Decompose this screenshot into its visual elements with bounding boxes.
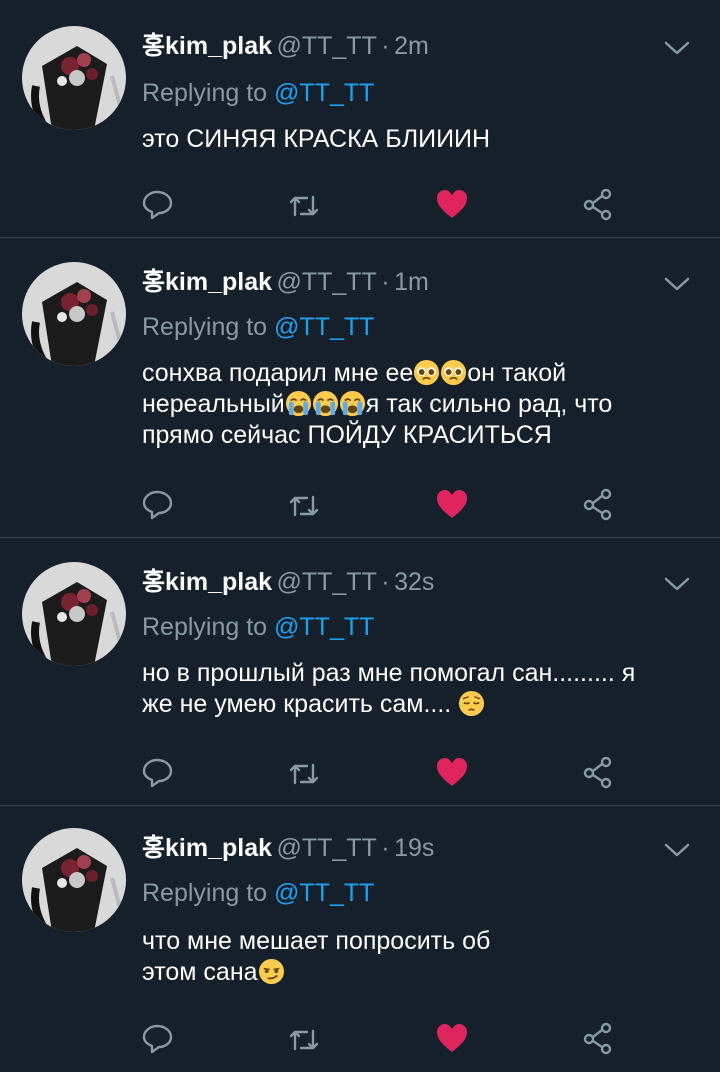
separator-dot: · [381, 32, 390, 60]
reply-bubble-icon[interactable] [140, 1020, 176, 1056]
text-segment: этом сана [142, 958, 258, 986]
tweet-text: но в прошлый раз мне помогал сан........… [142, 658, 702, 720]
tweet-header: 홍kim_plak @TT_TT · 1m [142, 264, 429, 300]
replying-to-mention[interactable]: @TT_TT [274, 879, 374, 907]
chevron-down-icon[interactable] [662, 272, 692, 296]
tweet-text-line: прямо сейчас ПОЙДУ КРАСИТЬСЯ [142, 420, 702, 451]
text-segment: сонхва подарил мне ее [142, 359, 414, 387]
user-handle[interactable]: @TT_TT [276, 834, 376, 862]
user-handle[interactable]: @TT_TT [276, 32, 376, 60]
replying-to-line: Replying to @TT_TT [142, 876, 374, 910]
display-name[interactable]: 홍kim_plak [142, 834, 272, 862]
timestamp[interactable]: 2m [394, 32, 429, 60]
share-icon[interactable] [580, 486, 616, 522]
text-segment: он такой [467, 359, 567, 387]
reply-bubble-icon[interactable] [140, 186, 176, 222]
text-segment: прямо сейчас ПОЙДУ КРАСИТЬСЯ [142, 421, 552, 449]
pleading-face-emoji [441, 359, 467, 386]
pleading-face-emoji [414, 359, 440, 386]
display-name[interactable]: 홍kim_plak [142, 268, 272, 296]
retweet-icon[interactable] [286, 488, 322, 524]
tweet[interactable]: 홍kim_plak @TT_TT · 1m Replying to @TT_TT… [0, 238, 720, 538]
reply-bubble-icon[interactable] [140, 754, 176, 790]
crying-face-emoji [285, 390, 311, 417]
chevron-down-icon[interactable] [662, 36, 692, 60]
text-segment: что мне мешает попросить об [142, 927, 491, 955]
replying-to-label: Replying to [142, 613, 275, 641]
replying-to-label: Replying to [142, 313, 275, 341]
replying-to-mention[interactable]: @TT_TT [274, 313, 374, 341]
replying-to-line: Replying to @TT_TT [142, 76, 374, 110]
share-icon[interactable] [580, 186, 616, 222]
user-handle[interactable]: @TT_TT [276, 268, 376, 296]
smirking-face-emoji [258, 958, 284, 985]
tweet[interactable]: 홍kim_plak @TT_TT · 32s Replying to @TT_T… [0, 538, 720, 806]
tweet-text-line: нереальный я так сильно рад, что [142, 389, 702, 420]
tweet[interactable]: 홍kim_plak @TT_TT · 2m Replying to @TT_TT… [0, 0, 720, 238]
retweet-icon[interactable] [286, 188, 322, 224]
heart-icon[interactable] [434, 186, 470, 222]
replying-to-label: Replying to [142, 79, 275, 107]
tweet-text: это СИНЯЯ КРАСКА БЛИИИН [142, 124, 702, 155]
tweet-text-line: этом сана [142, 957, 702, 988]
tweet[interactable]: 홍kim_plak @TT_TT · 19s Replying to @TT_T… [0, 806, 720, 1072]
retweet-icon[interactable] [286, 1022, 322, 1058]
display-name[interactable]: 홍kim_plak [142, 32, 272, 60]
tweet-text: что мне мешает попросить об этом сана [142, 926, 702, 988]
tweet-header: 홍kim_plak @TT_TT · 2m [142, 28, 429, 64]
separator-dot: · [381, 268, 390, 296]
tweet-text-line: но в прошлый раз мне помогал сан........… [142, 658, 702, 689]
share-icon[interactable] [580, 754, 616, 790]
tweet-text-line: же не умею красить сам.... [142, 689, 702, 720]
avatar[interactable] [22, 262, 126, 366]
separator-dot: · [381, 834, 390, 862]
retweet-icon[interactable] [286, 756, 322, 792]
avatar[interactable] [22, 26, 126, 130]
replying-to-mention[interactable]: @TT_TT [274, 79, 374, 107]
tweet-text-line: это СИНЯЯ КРАСКА БЛИИИН [142, 125, 491, 153]
crying-face-emoji [339, 390, 365, 417]
tweet-text-line: сонхва подарил мне ее он такой [142, 358, 702, 389]
pensive-face-emoji [459, 690, 485, 717]
text-segment: же не умею красить сам.... [142, 690, 459, 718]
tweet-header: 홍kim_plak @TT_TT · 32s [142, 564, 434, 600]
display-name[interactable]: 홍kim_plak [142, 568, 272, 596]
replying-to-line: Replying to @TT_TT [142, 310, 374, 344]
timestamp[interactable]: 19s [394, 834, 434, 862]
heart-icon[interactable] [434, 1020, 470, 1056]
avatar[interactable] [22, 562, 126, 666]
avatar[interactable] [22, 828, 126, 932]
heart-icon[interactable] [434, 486, 470, 522]
chevron-down-icon[interactable] [662, 572, 692, 596]
separator-dot: · [381, 568, 390, 596]
tweet-header: 홍kim_plak @TT_TT · 19s [142, 830, 434, 866]
tweet-feed: 홍kim_plak @TT_TT · 2m Replying to @TT_TT… [0, 0, 720, 1072]
timestamp[interactable]: 1m [394, 268, 429, 296]
text-segment: но в прошлый раз мне помогал сан........… [142, 659, 636, 687]
text-segment: я так сильно рад, что [365, 390, 613, 418]
chevron-down-icon[interactable] [662, 838, 692, 862]
crying-face-emoji [312, 390, 338, 417]
share-icon[interactable] [580, 1020, 616, 1056]
tweet-text-line: что мне мешает попросить об [142, 926, 702, 957]
replying-to-label: Replying to [142, 879, 275, 907]
replying-to-mention[interactable]: @TT_TT [274, 613, 374, 641]
replying-to-line: Replying to @TT_TT [142, 610, 374, 644]
text-segment: нереальный [142, 390, 285, 418]
heart-icon[interactable] [434, 754, 470, 790]
tweet-text: сонхва подарил мне ее он такой нереальный… [142, 358, 702, 451]
timestamp[interactable]: 32s [394, 568, 434, 596]
user-handle[interactable]: @TT_TT [276, 568, 376, 596]
reply-bubble-icon[interactable] [140, 486, 176, 522]
